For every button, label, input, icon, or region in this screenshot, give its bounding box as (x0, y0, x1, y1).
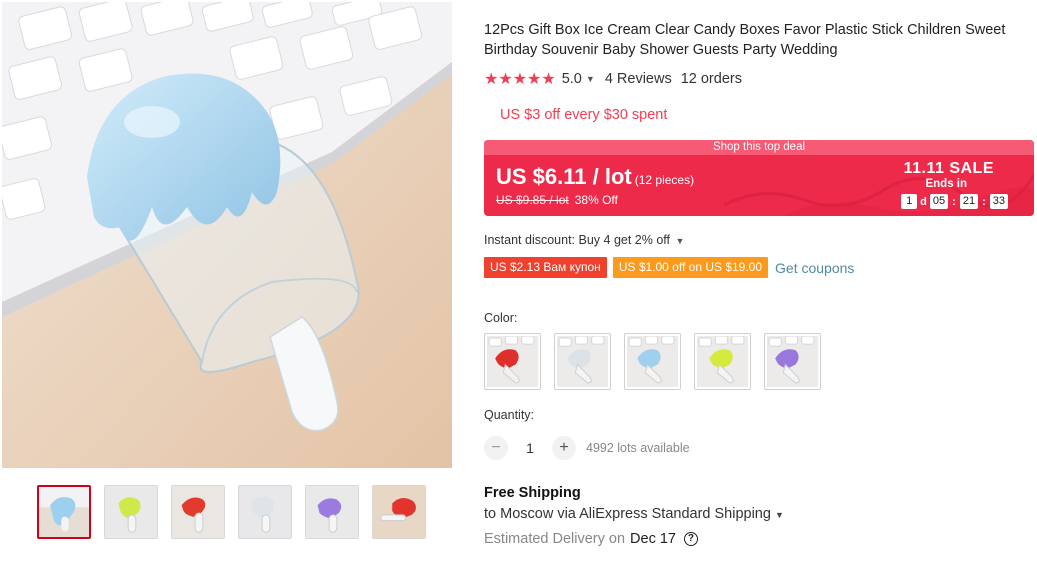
deal-header: Shop this top deal (484, 140, 1034, 155)
price: US $6.11 / lot (12 pieces) (496, 164, 694, 190)
product-photo (2, 2, 452, 468)
countdown-timer: 1 d 05 : 21 : 33 (901, 194, 1008, 209)
delivery-date: Dec 17 (630, 531, 676, 547)
orders-count: 12 orders (680, 71, 742, 87)
main-product-image[interactable] (2, 2, 452, 468)
reviews-link[interactable]: 4 Reviews (605, 71, 672, 87)
coupon-row: US $2.13 Вам купон US $1.00 off on US $1… (484, 257, 854, 278)
timer-hours: 05 (929, 194, 949, 209)
thumbnail-green[interactable] (104, 485, 158, 539)
shipping-method-selector[interactable]: to Moscow via AliExpress Standard Shippi… (484, 506, 784, 522)
discount-percent: 38% Off (574, 193, 618, 207)
help-icon[interactable]: ? (683, 532, 698, 546)
thumbnail-white[interactable] (238, 485, 292, 539)
timer-minutes: 21 (959, 194, 979, 209)
instant-discount-text: Instant discount: Buy 4 get 2% off (484, 233, 670, 247)
quantity-decrease-button[interactable]: − (484, 436, 508, 460)
timer-seconds: 33 (989, 194, 1008, 209)
coupon-badge[interactable]: US $2.13 Вам купон (484, 257, 607, 278)
rating-value: 5.0 (561, 71, 582, 87)
quantity-input[interactable]: 1 (508, 440, 552, 456)
thumbnail-blue[interactable] (37, 485, 91, 539)
shipping-detail: to Moscow via AliExpress Standard Shippi… (484, 506, 771, 522)
estimated-delivery: Estimated Delivery on Dec 17 ? (484, 531, 698, 547)
rating-stars: ★★★★★ (484, 71, 556, 88)
old-price: US $9.85 / lot 38% Off (496, 193, 618, 207)
price-pieces: (12 pieces) (634, 173, 695, 187)
thumbnail-red-2[interactable] (372, 485, 426, 539)
color-option-white[interactable] (554, 333, 611, 390)
color-option-green[interactable] (694, 333, 751, 390)
deal-banner: Shop this top deal US $6.11 / lot (12 pie… (484, 140, 1034, 216)
chevron-down-icon: ▼ (675, 236, 685, 246)
quantity-increase-button[interactable]: + (552, 436, 576, 460)
color-option-blue[interactable] (624, 333, 681, 390)
price-amount: US $6.11 / lot (496, 164, 632, 189)
thumbnail-red[interactable] (171, 485, 225, 539)
timer-separator: : (982, 195, 986, 208)
timer-days-unit: d (920, 195, 927, 208)
product-title: 12Pcs Gift Box Ice Cream Clear Candy Box… (484, 22, 1006, 58)
coupon-badge[interactable]: US $1.00 off on US $19.00 (612, 257, 769, 278)
sale-label: 11.11 SALE (903, 160, 994, 177)
color-swatches (484, 333, 821, 390)
available-count: 4992 lots available (586, 441, 690, 455)
timer-days: 1 (901, 194, 918, 209)
thumbnail-strip (37, 485, 426, 539)
chevron-down-icon: ▼ (774, 510, 784, 520)
store-discount[interactable]: US $3 off every $30 spent (500, 107, 667, 123)
chevron-down-icon[interactable]: ▼ (586, 74, 595, 84)
timer-separator: : (952, 195, 956, 208)
quantity-label: Quantity: (484, 408, 535, 422)
color-label: Color: (484, 311, 518, 325)
quantity-stepper: − 1 + 4992 lots available (484, 436, 690, 460)
ends-in-label: Ends in (925, 178, 967, 190)
color-option-purple[interactable] (764, 333, 821, 390)
estimated-delivery-label: Estimated Delivery on (484, 531, 626, 547)
thumbnail-purple[interactable] (305, 485, 359, 539)
color-option-red[interactable] (484, 333, 541, 390)
original-price: US $9.85 / lot (496, 193, 569, 207)
instant-discount[interactable]: Instant discount: Buy 4 get 2% off ▼ (484, 233, 694, 247)
shipping-title: Free Shipping (484, 485, 581, 501)
get-coupons-link[interactable]: Get coupons (775, 260, 854, 276)
rating-row: ★★★★★ 5.0 ▼ 4 Reviews 12 orders (484, 69, 742, 89)
